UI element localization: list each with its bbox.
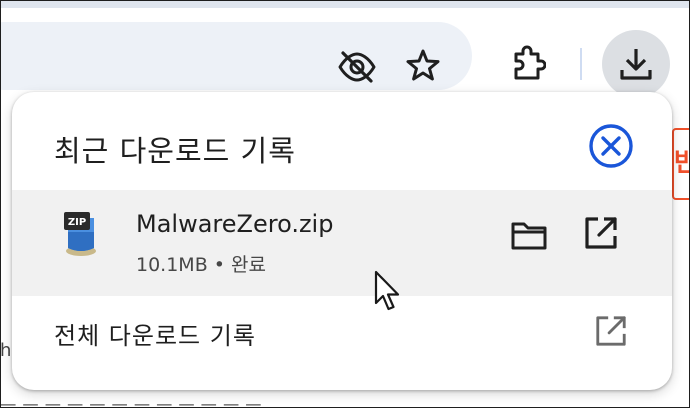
close-button[interactable] [587, 122, 635, 170]
background-page-bottom-text: ㅡ ㅡ ㅡ ㅡ ㅡ ㅡ ㅡ ㅡ ㅡ ㅡ ㅡ ㅡ [0, 396, 262, 408]
browser-toolbar [0, 8, 690, 98]
background-page-text: h [0, 340, 12, 361]
status-separator: • [213, 254, 225, 276]
file-size: 10.1MB [136, 254, 208, 276]
background-page-badge-glyph: 반 [674, 148, 690, 178]
open-file-button[interactable] [578, 210, 624, 256]
svg-text:ZIP: ZIP [68, 217, 86, 228]
star-icon[interactable] [400, 42, 446, 88]
zip-file-icon: ZIP [60, 210, 102, 258]
download-icon [620, 49, 652, 80]
toolbar-divider [580, 48, 582, 80]
download-state: 완료 [231, 254, 267, 276]
window-top-strip [0, 0, 690, 8]
close-circle-icon [589, 124, 633, 168]
cursor-arrow-icon [372, 270, 402, 314]
eye-off-icon[interactable] [334, 44, 380, 90]
extension-puzzle-icon[interactable] [504, 39, 552, 87]
downloads-button[interactable] [602, 30, 670, 98]
open-in-new-icon[interactable] [588, 308, 634, 354]
show-in-folder-button[interactable] [506, 212, 552, 258]
file-name: MalwareZero.zip [136, 210, 334, 238]
panel-title: 최근 다운로드 기록 [54, 134, 296, 168]
folder-icon [511, 222, 547, 250]
download-item-row[interactable]: ZIP MalwareZero.zip 10.1MB • 완료 [12, 190, 672, 296]
downloads-bubble: 최근 다운로드 기록 ZIP MalwareZero.zip 10.1MB • … [12, 92, 672, 390]
file-status: 10.1MB • 완료 [136, 250, 266, 277]
open-in-new-icon [585, 217, 617, 249]
full-history-link[interactable]: 전체 다운로드 기록 [54, 316, 256, 351]
